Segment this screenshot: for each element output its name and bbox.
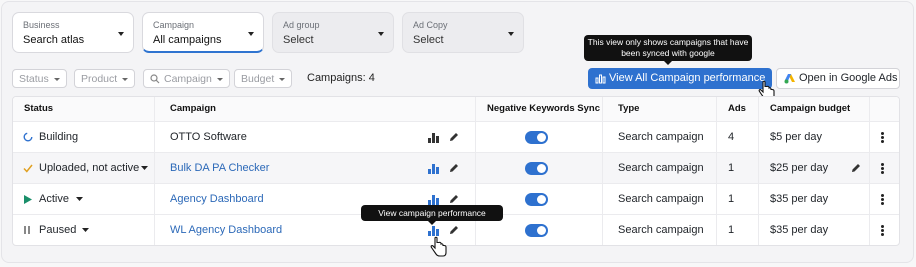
status-text: Building <box>39 131 79 143</box>
campaign-link[interactable]: Bulk DA PA Checker <box>170 153 269 184</box>
negative-keywords-sync-toggle[interactable] <box>525 193 548 206</box>
campaign-link[interactable]: Agency Dashboard <box>170 184 264 215</box>
pause-icon <box>24 226 30 234</box>
more-options-icon[interactable] <box>881 225 884 236</box>
more-options-icon[interactable] <box>881 194 884 205</box>
campaigns-table: Status Campaign Negative Keywords Sync T… <box>12 96 900 246</box>
more-options-icon[interactable] <box>881 132 884 143</box>
chevron-down-icon <box>118 32 124 36</box>
chevron-down-icon <box>53 77 60 81</box>
column-divider <box>602 97 603 245</box>
status-filter-chip[interactable]: Status <box>12 69 67 88</box>
bar-chart-icon[interactable] <box>428 195 439 205</box>
google-ads-icon <box>784 74 795 84</box>
bar-chart-icon <box>595 74 606 84</box>
status-text: Active <box>39 193 69 205</box>
search-icon <box>150 74 160 84</box>
chevron-down-icon[interactable] <box>141 166 148 171</box>
type-text: Search campaign <box>618 131 704 143</box>
bar-chart-icon[interactable] <box>428 164 439 174</box>
col-negative-keywords-header: Negative Keywords Sync <box>487 97 600 121</box>
ad-group-value: Select <box>283 34 314 46</box>
table-row: Building OTTO Software Search campaign 4… <box>13 121 899 152</box>
col-campaign-header: Campaign <box>170 97 216 121</box>
budget-text: $35 per day <box>770 193 829 205</box>
view-performance-tooltip: View campaign performance <box>361 205 503 225</box>
product-chip-label: Product <box>81 73 118 85</box>
chevron-down-icon <box>508 32 514 36</box>
status-text: Paused <box>39 224 77 236</box>
view-all-label: View All Campaign performance <box>609 72 766 84</box>
campaign-chip-label: Campaign <box>164 73 212 85</box>
bar-chart-icon[interactable] <box>428 226 439 236</box>
more-options-icon[interactable] <box>881 163 884 174</box>
check-icon <box>23 164 33 173</box>
chevron-down-icon[interactable] <box>82 228 89 233</box>
ads-count: 1 <box>728 193 735 205</box>
negative-keywords-sync-toggle[interactable] <box>525 224 548 237</box>
chevron-down-icon[interactable] <box>76 197 83 202</box>
building-spinner-icon <box>23 132 33 142</box>
type-text: Search campaign <box>618 224 704 236</box>
open-in-google-ads-button[interactable]: Open in Google Ads <box>776 68 900 89</box>
campaign-value: All campaigns <box>153 34 222 46</box>
business-label: Business <box>23 20 60 30</box>
budget-text: $35 per day <box>770 224 829 236</box>
ads-count: 1 <box>728 162 735 174</box>
ad-copy-dropdown[interactable]: Ad Copy Select <box>402 12 524 53</box>
column-divider <box>475 97 476 245</box>
hand-cursor-icon <box>430 236 447 257</box>
campaign-label: Campaign <box>153 20 195 30</box>
ad-copy-label: Ad Copy <box>413 20 448 30</box>
budget-text: $5 per day <box>770 131 822 143</box>
col-status-header: Status <box>24 97 54 121</box>
column-divider <box>154 97 155 245</box>
chevron-down-icon <box>279 77 286 81</box>
product-filter-chip[interactable]: Product <box>74 69 136 88</box>
column-divider <box>716 97 717 245</box>
bar-chart-icon[interactable] <box>428 133 439 143</box>
ad-group-label: Ad group <box>283 20 320 30</box>
play-icon <box>24 195 32 204</box>
ads-count: 1 <box>728 224 735 236</box>
budget-text: $25 per day <box>770 162 829 174</box>
negative-keywords-sync-toggle[interactable] <box>525 162 548 175</box>
ad-copy-value: Select <box>413 34 444 46</box>
view-all-campaign-performance-button[interactable]: View All Campaign performance <box>588 68 772 89</box>
edit-budget-icon[interactable] <box>851 163 861 173</box>
col-type-header: Type <box>618 97 640 121</box>
campaign-count: Campaigns: 4 <box>307 72 375 84</box>
ads-count: 4 <box>728 131 735 143</box>
chevron-down-icon <box>248 32 254 36</box>
open-google-label: Open in Google Ads <box>799 72 898 84</box>
edit-pencil-icon[interactable] <box>449 194 459 204</box>
negative-keywords-sync-toggle[interactable] <box>525 131 548 144</box>
type-text: Search campaign <box>618 193 704 205</box>
chevron-down-icon <box>216 77 223 81</box>
col-ads-header: Ads <box>728 97 746 121</box>
chevron-down-icon <box>122 77 129 81</box>
column-divider <box>758 97 759 245</box>
campaign-dropdown[interactable]: Campaign All campaigns <box>142 12 264 53</box>
edit-pencil-icon[interactable] <box>449 163 459 173</box>
edit-pencil-icon[interactable] <box>449 225 459 235</box>
edit-pencil-icon[interactable] <box>449 132 459 142</box>
status-text: Uploaded, not active <box>39 162 140 174</box>
status-chip-label: Status <box>19 73 49 85</box>
chevron-down-icon <box>378 32 384 36</box>
business-value: Search atlas <box>23 34 85 46</box>
sync-note-tooltip: This view only shows campaigns that have… <box>584 35 752 65</box>
ad-group-dropdown[interactable]: Ad group Select <box>272 12 394 53</box>
type-text: Search campaign <box>618 162 704 174</box>
campaign-name: OTTO Software <box>170 131 247 143</box>
table-row: Uploaded, not active Bulk DA PA Checker … <box>13 152 899 184</box>
campaign-link[interactable]: WL Agency Dashboard <box>170 215 282 245</box>
budget-chip-label: Budget <box>241 73 275 85</box>
campaign-filter-chip[interactable]: Campaign <box>143 69 230 88</box>
column-divider <box>869 97 870 245</box>
table-header <box>13 97 899 121</box>
business-dropdown[interactable]: Business Search atlas <box>12 12 134 53</box>
budget-filter-chip[interactable]: Budget <box>234 69 293 88</box>
col-budget-header: Campaign budget <box>770 97 851 121</box>
